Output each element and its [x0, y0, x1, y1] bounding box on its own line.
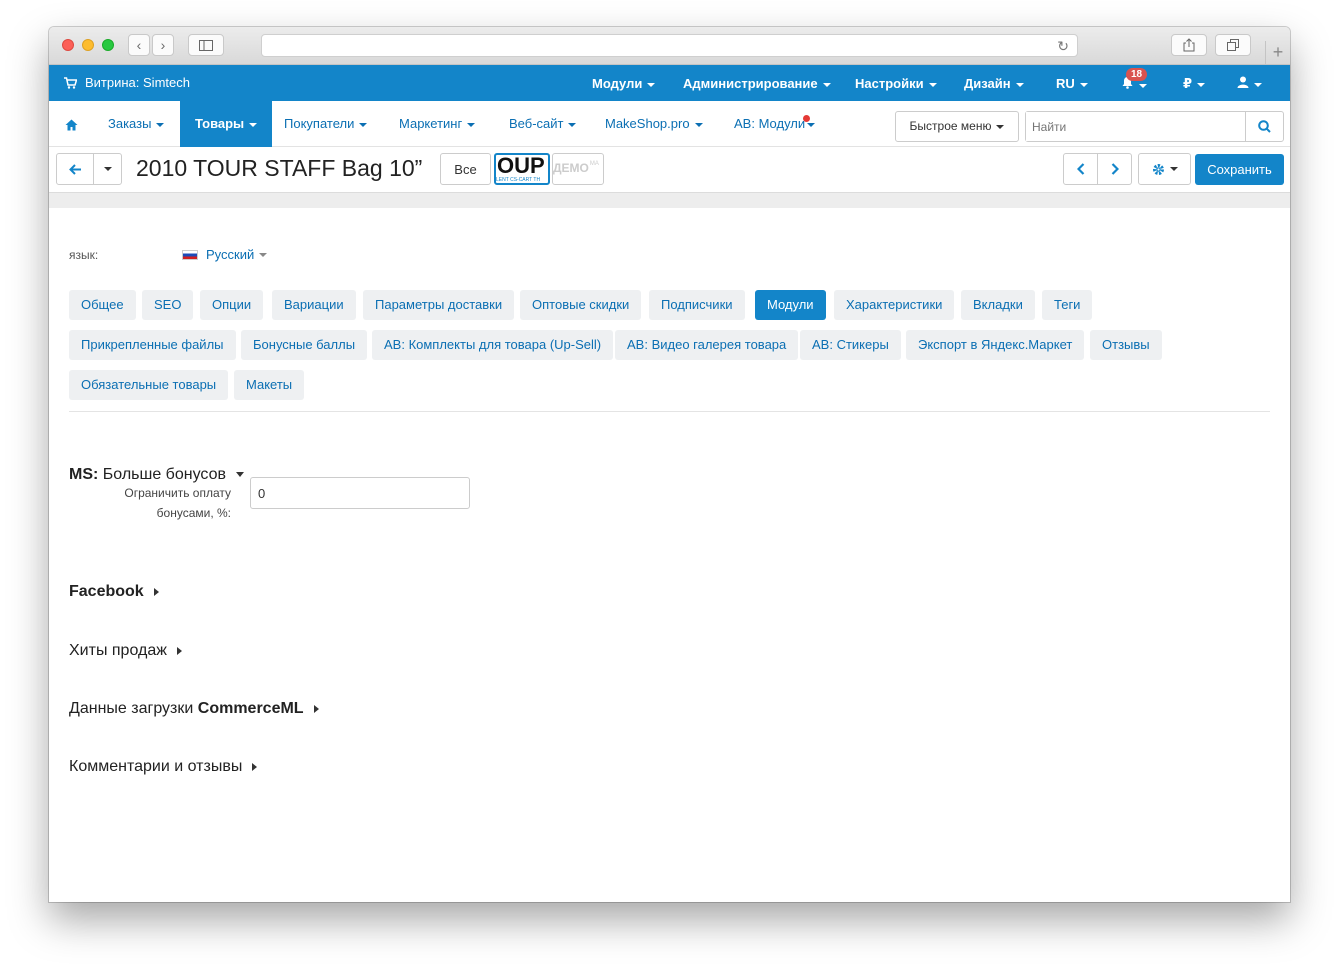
russia-flag-icon [182, 249, 198, 260]
quick-menu-button[interactable]: Быстрое меню [895, 111, 1019, 142]
search-box [1025, 111, 1284, 142]
back-arrow-icon[interactable] [56, 153, 94, 185]
gear-icon [1152, 163, 1164, 175]
close-window-button[interactable] [62, 39, 74, 51]
tab-required-products[interactable]: Обязательные товары [69, 370, 229, 400]
tab-bonus-points[interactable]: Бонусные баллы [241, 330, 368, 360]
reload-icon[interactable]: ↻ [1057, 38, 1069, 55]
caret-right-icon [252, 762, 258, 771]
topmenu-administration[interactable]: Администрирование [683, 76, 831, 91]
search-input[interactable] [1026, 112, 1246, 141]
header-divider-band [49, 192, 1290, 208]
sidebar-toggle-icon[interactable] [188, 34, 224, 56]
tab-layouts[interactable]: Макеты [234, 370, 305, 400]
cart-icon [64, 76, 77, 89]
product-header: 2010 TOUR STAFF Bag 10” Все OUP LENT CS-… [49, 147, 1290, 192]
nav-orders[interactable]: Заказы [108, 101, 165, 147]
tab-attachments[interactable]: Прикрепленные файлы [69, 330, 236, 360]
browser-window: ‹ › ↻ + Витрина: Simtech Модули Админист… [49, 27, 1290, 902]
back-icon[interactable]: ‹ [128, 34, 150, 56]
topmenu-settings[interactable]: Настройки [855, 76, 937, 91]
tabs-overview-icon[interactable] [1215, 34, 1251, 56]
caret-right-icon [153, 587, 159, 596]
minimize-window-button[interactable] [82, 39, 94, 51]
bonus-limit-label: Ограничить оплату бонусами, %: [124, 486, 231, 520]
nav-ab-modules[interactable]: AB: Модули [734, 101, 816, 147]
nav-marketing[interactable]: Маркетинг [399, 101, 476, 147]
tabs-divider [69, 411, 1270, 412]
tab-wholesale[interactable]: Оптовые скидки [520, 290, 642, 320]
settings-dropdown-button[interactable] [1138, 153, 1191, 185]
new-tab-icon[interactable]: + [1265, 41, 1290, 65]
tab-ab-video-gallery[interactable]: AB: Видео галерея товара [615, 330, 799, 360]
section-comments[interactable]: Комментарии и отзывы [69, 758, 258, 776]
all-products-button[interactable]: Все [440, 153, 491, 185]
home-icon[interactable] [65, 101, 78, 147]
caret-down-icon [235, 472, 244, 478]
section-commerceml[interactable]: Данные загрузки CommerceML [69, 700, 319, 718]
tab-general[interactable]: Общее [69, 290, 136, 320]
topmenu-modules[interactable]: Модули [592, 76, 656, 91]
storefront-label: Витрина: Simtech [85, 75, 190, 90]
language-label: язык: [69, 248, 99, 262]
next-product-icon[interactable] [1097, 153, 1132, 185]
notifications-badge: 18 [1126, 68, 1148, 81]
user-menu[interactable] [1237, 76, 1262, 91]
forward-icon[interactable]: › [152, 34, 174, 56]
nav-website[interactable]: Веб-сайт [509, 101, 577, 147]
tab-tags[interactable]: Теги [1042, 290, 1093, 320]
address-bar[interactable]: ↻ [261, 34, 1078, 57]
page-title: 2010 TOUR STAFF Bag 10” [136, 155, 423, 181]
nav-customers[interactable]: Покупатели [284, 101, 368, 147]
nav-products[interactable]: Товары [180, 101, 273, 147]
admin-topbar: Витрина: Simtech Модули Администрировани… [49, 65, 1290, 101]
tab-tabs[interactable]: Вкладки [961, 290, 1035, 320]
section-facebook[interactable]: Facebook [69, 583, 159, 601]
caret-right-icon [176, 646, 182, 655]
share-icon[interactable] [1171, 34, 1207, 56]
section-bestsellers[interactable]: Хиты продаж [69, 642, 182, 660]
tab-shipping[interactable]: Параметры доставки [363, 290, 515, 320]
search-icon[interactable] [1245, 112, 1283, 141]
tab-ab-upsell[interactable]: AB: Комплекты для товара (Up-Sell) [372, 330, 614, 360]
tab-modules[interactable]: Модули [755, 290, 826, 320]
tab-reviews[interactable]: Отзывы [1090, 330, 1162, 360]
currency-menu[interactable]: ₽ [1183, 76, 1206, 92]
zoom-window-button[interactable] [102, 39, 114, 51]
tab-yandex-export[interactable]: Экспорт в Яндекс.Маркет [906, 330, 1085, 360]
tab-subscribers[interactable]: Подписчики [649, 290, 745, 320]
nav-makeshop[interactable]: MakeShop.pro [605, 101, 703, 147]
caret-right-icon [313, 704, 319, 713]
tab-variations[interactable]: Вариации [272, 290, 356, 320]
storefront-link[interactable]: Витрина: Simtech [64, 75, 190, 90]
new-indicator-dot [803, 115, 810, 122]
product-thumbnail-1[interactable]: OUP LENT CS-CART TH [494, 153, 550, 185]
language-selector[interactable]: Русский [182, 247, 268, 262]
bonus-limit-input[interactable] [250, 477, 470, 509]
history-dropdown-button[interactable] [93, 153, 122, 185]
topmenu-design[interactable]: Дизайн [964, 76, 1024, 91]
tab-ab-stickers[interactable]: AB: Стикеры [800, 330, 901, 360]
main-nav: Заказы Товары Покупатели Маркетинг Веб-с… [49, 101, 1290, 147]
main-content: язык: Русский Общее SEO Опции Вариации П… [49, 208, 1290, 902]
tab-seo[interactable]: SEO [142, 290, 194, 320]
tab-options[interactable]: Опции [200, 290, 264, 320]
prev-product-icon[interactable] [1063, 153, 1098, 185]
product-thumbnail-2[interactable]: ДЕМО MA [552, 153, 604, 185]
topmenu-language[interactable]: RU [1056, 76, 1088, 91]
user-icon [1237, 76, 1249, 88]
save-button[interactable]: Сохранить [1195, 154, 1284, 185]
tab-features[interactable]: Характеристики [834, 290, 955, 320]
section-ms-bonuses[interactable]: MS: Больше бонусов [69, 466, 244, 484]
browser-toolbar: ‹ › ↻ + [49, 27, 1290, 65]
